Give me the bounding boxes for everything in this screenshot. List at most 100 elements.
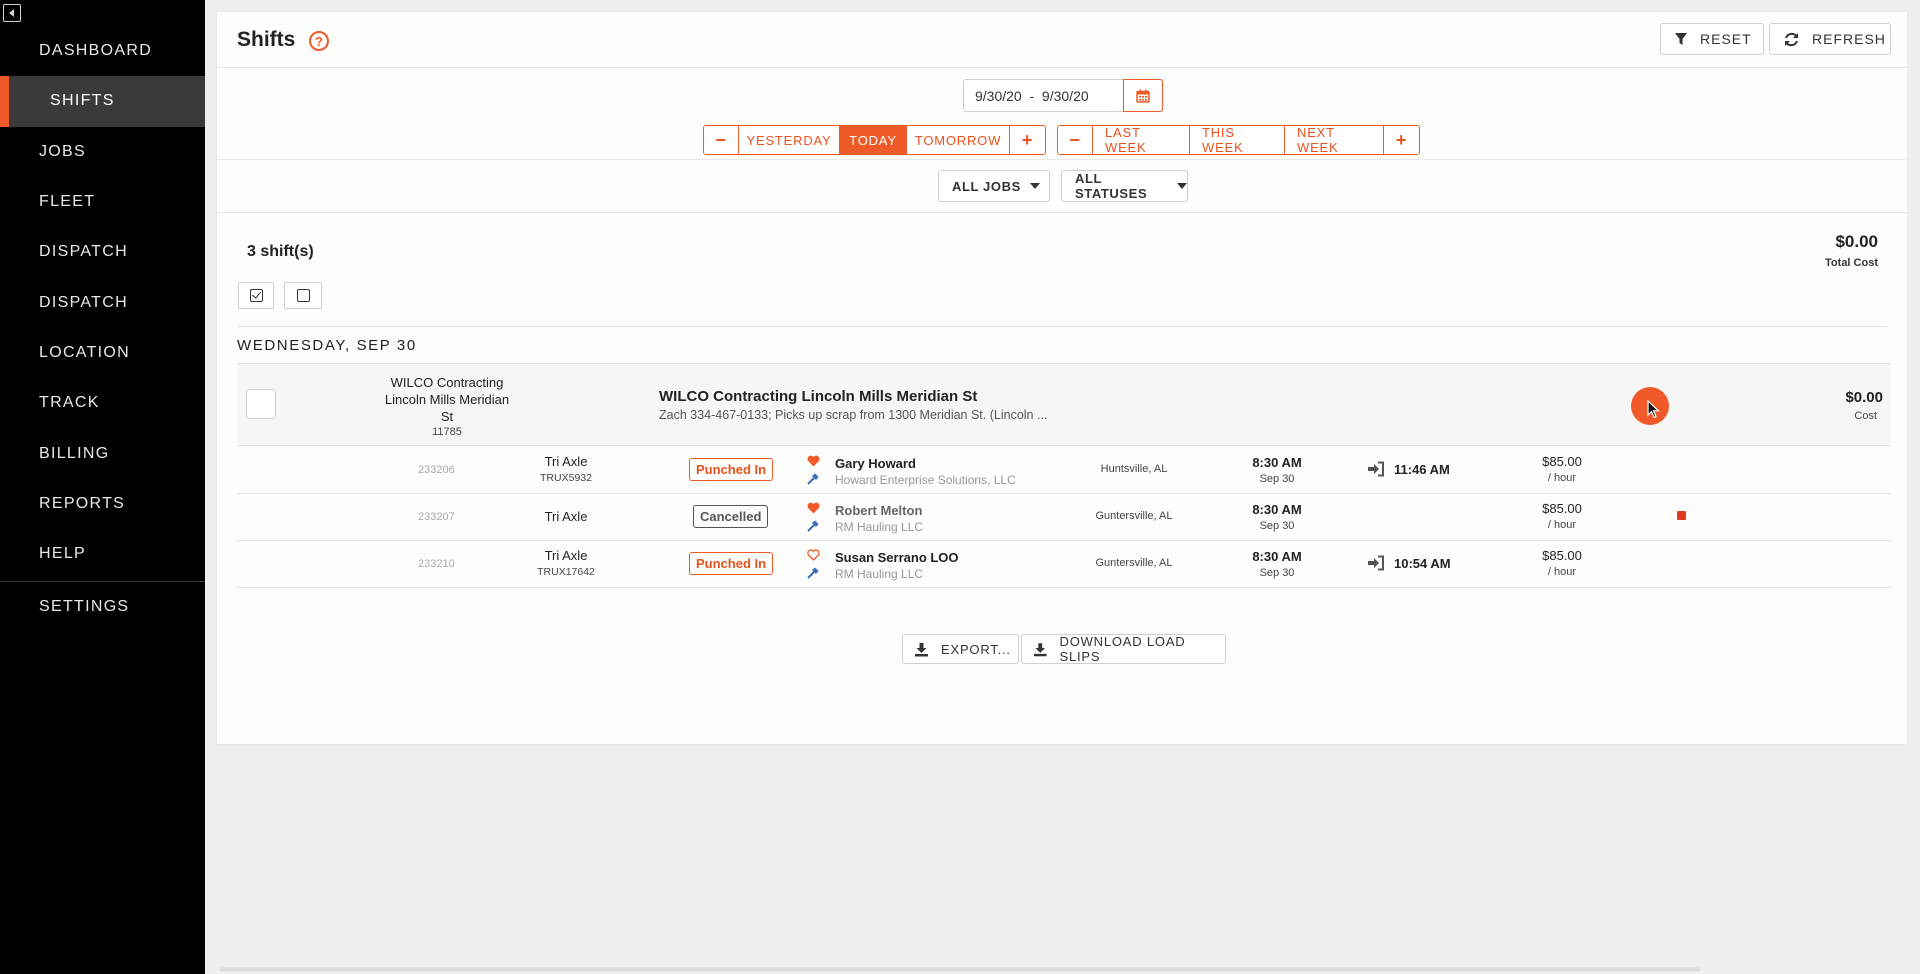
driver-company: Howard Enterprise Solutions, LLC bbox=[835, 473, 1016, 487]
job-row[interactable]: WILCO Contracting Lincoln Mills Meridian… bbox=[237, 363, 1891, 446]
refresh-icon bbox=[1785, 32, 1798, 46]
shift-id[interactable]: 233207 bbox=[418, 511, 455, 523]
job-checkbox[interactable] bbox=[246, 389, 276, 419]
truck-info: Tri Axle TRUX5932 bbox=[526, 454, 606, 486]
heart-icon[interactable] bbox=[805, 452, 821, 470]
export-label: EXPORT... bbox=[941, 641, 1011, 657]
date-range-input[interactable]: 9/30/20 - 9/30/20 bbox=[963, 79, 1163, 112]
heart-icon[interactable] bbox=[805, 499, 821, 517]
caret-down-icon bbox=[1029, 183, 1040, 189]
day-button-group: − YESTERDAY TODAY TOMORROW + bbox=[703, 125, 1046, 155]
sidebar: DASHBOARD SHIFTS JOBS FLEET DISPATCH DIS… bbox=[0, 0, 205, 974]
driver-name[interactable]: Gary Howard bbox=[835, 456, 1016, 472]
total-cost-value: $0.00 bbox=[1835, 232, 1878, 251]
sidebar-item-shifts[interactable]: SHIFTS bbox=[0, 76, 205, 127]
status-badge: Punched In bbox=[689, 458, 774, 481]
previous-day-button[interactable]: − bbox=[704, 126, 739, 154]
job-customer-line: St bbox=[440, 409, 454, 424]
horizontal-scrollbar[interactable] bbox=[220, 967, 1700, 971]
download-load-slips-button[interactable]: DOWNLOAD LOAD SLIPS bbox=[1021, 634, 1226, 664]
last-week-button[interactable]: LAST WEEK bbox=[1093, 126, 1190, 154]
hammer-icon bbox=[805, 470, 821, 488]
rate-unit: / hour bbox=[1547, 566, 1577, 578]
date-filter: 9/30/20 - 9/30/20 − YESTERDAY TODAY TOMO… bbox=[217, 68, 1907, 160]
export-button[interactable]: EXPORT... bbox=[902, 634, 1019, 664]
reset-label: RESET bbox=[1700, 31, 1752, 47]
sidebar-item-jobs[interactable]: JOBS bbox=[0, 127, 205, 177]
driver-info: Robert Melton RM Hauling LLC bbox=[835, 503, 923, 535]
sidebar-item-dispatch[interactable]: DISPATCH bbox=[0, 227, 205, 277]
refresh-button[interactable]: REFRESH bbox=[1769, 23, 1891, 55]
status-badge: Cancelled bbox=[693, 505, 769, 528]
reset-button[interactable]: RESET bbox=[1660, 23, 1764, 55]
next-day-button[interactable]: + bbox=[1010, 126, 1045, 154]
shift-id[interactable]: 233206 bbox=[418, 464, 455, 476]
sidebar-item-dispatch-2[interactable]: DISPATCH bbox=[0, 277, 205, 327]
hammer-icon bbox=[805, 564, 821, 582]
download-icon bbox=[915, 642, 928, 656]
sidebar-item-reports[interactable]: REPORTS bbox=[0, 479, 205, 529]
sidebar-item-help[interactable]: HELP bbox=[0, 529, 205, 579]
truck-info: Tri Axle TRUX17642 bbox=[526, 548, 606, 580]
job-customer: WILCO Contracting Lincoln Mills Meridian… bbox=[381, 374, 513, 440]
note-icon[interactable] bbox=[1677, 511, 1686, 520]
all-jobs-label: ALL JOBS bbox=[952, 178, 1021, 194]
today-button[interactable]: TODAY bbox=[840, 126, 907, 154]
shift-id[interactable]: 233210 bbox=[418, 558, 455, 570]
select-none-button[interactable] bbox=[284, 282, 322, 309]
truck-type: Tri Axle bbox=[544, 548, 588, 563]
sign-in-icon bbox=[1367, 461, 1385, 482]
next-week-button[interactable]: NEXT WEEK bbox=[1285, 126, 1384, 154]
start-time: 8:30 AM Sep 30 bbox=[1237, 549, 1317, 581]
rate: $85.00 / hour bbox=[1527, 454, 1597, 486]
heart-outline-icon[interactable] bbox=[805, 546, 821, 564]
shifts-panel: Shifts ? RESET REFRESH 9/30/20 - 9/30/20… bbox=[216, 11, 1908, 745]
driver-icons bbox=[805, 452, 821, 488]
truck-type: Tri Axle bbox=[544, 509, 588, 524]
rate: $85.00 / hour bbox=[1527, 501, 1597, 533]
table-row[interactable]: 233207 Tri Axle Cancelled Robert Melton … bbox=[237, 494, 1891, 541]
all-statuses-label: ALL STATUSES bbox=[1075, 171, 1148, 201]
sidebar-nav: DASHBOARD SHIFTS JOBS FLEET DISPATCH DIS… bbox=[0, 26, 205, 633]
driver-icons bbox=[805, 546, 821, 582]
day-divider bbox=[237, 326, 1887, 327]
shift-count: 3 shift(s) bbox=[247, 243, 314, 260]
rate-value: $85.00 bbox=[1542, 501, 1582, 516]
all-statuses-dropdown[interactable]: ALL STATUSES bbox=[1061, 170, 1188, 202]
sign-in-icon bbox=[1367, 555, 1385, 576]
calendar-button[interactable] bbox=[1123, 79, 1163, 112]
sidebar-item-dashboard[interactable]: DASHBOARD bbox=[0, 26, 205, 76]
this-week-button[interactable]: THIS WEEK bbox=[1190, 126, 1285, 154]
sidebar-item-fleet[interactable]: FLEET bbox=[0, 177, 205, 227]
rate-unit: / hour bbox=[1547, 472, 1577, 484]
sidebar-item-settings[interactable]: SETTINGS bbox=[0, 582, 205, 632]
driver-name[interactable]: Robert Melton bbox=[835, 503, 923, 519]
refresh-label: REFRESH bbox=[1812, 31, 1886, 47]
sidebar-item-billing[interactable]: BILLING bbox=[0, 428, 205, 478]
select-all-button[interactable] bbox=[238, 282, 274, 309]
driver-name[interactable]: Susan Serrano LOO bbox=[835, 550, 959, 566]
table-row[interactable]: 233206 Tri Axle TRUX5932 Punched In Gary… bbox=[237, 447, 1891, 494]
start-time-value: 8:30 AM bbox=[1252, 549, 1302, 564]
next-week-plus-button[interactable]: + bbox=[1384, 126, 1419, 154]
tomorrow-button[interactable]: TOMORROW bbox=[907, 126, 1010, 154]
help-circle-icon[interactable]: ? bbox=[309, 31, 329, 51]
table-row[interactable]: 233210 Tri Axle TRUX17642 Punched In Sus… bbox=[237, 541, 1891, 588]
yesterday-button[interactable]: YESTERDAY bbox=[739, 126, 840, 154]
shift-location: Guntersville, AL bbox=[1095, 510, 1173, 522]
caret-down-icon bbox=[1177, 183, 1187, 189]
week-button-group: − LAST WEEK THIS WEEK NEXT WEEK + bbox=[1057, 125, 1420, 155]
punch-time: 10:54 AM bbox=[1394, 556, 1451, 571]
hammer-icon bbox=[805, 517, 821, 535]
job-title[interactable]: WILCO Contracting Lincoln Mills Meridian… bbox=[659, 388, 977, 405]
sidebar-item-location[interactable]: LOCATION bbox=[0, 328, 205, 378]
previous-week-button[interactable]: − bbox=[1058, 126, 1093, 154]
driver-company: RM Hauling LLC bbox=[835, 567, 924, 581]
page-header: Shifts ? RESET REFRESH bbox=[217, 12, 1907, 68]
rate-value: $85.00 bbox=[1542, 548, 1582, 563]
sidebar-item-track[interactable]: TRACK bbox=[0, 378, 205, 428]
download-icon bbox=[1033, 642, 1047, 656]
all-jobs-dropdown[interactable]: ALL JOBS bbox=[938, 170, 1050, 202]
collapse-sidebar-icon[interactable] bbox=[3, 4, 21, 22]
checked-box-icon bbox=[249, 289, 263, 302]
